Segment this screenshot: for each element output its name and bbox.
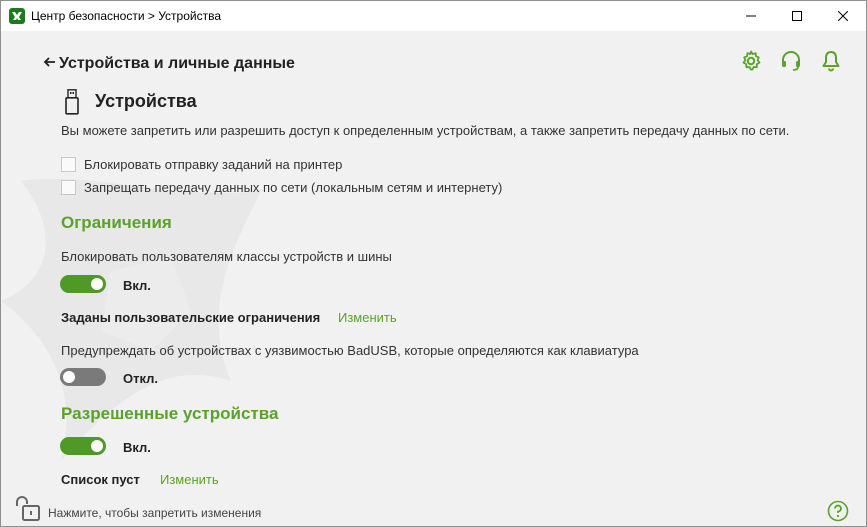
- allowed-list-label: Список пуст: [61, 472, 140, 487]
- help-icon[interactable]: [827, 500, 849, 522]
- allowed-devices-toggle[interactable]: [60, 437, 106, 455]
- restrictions-heading: Ограничения: [61, 213, 172, 232]
- close-button[interactable]: [820, 1, 866, 31]
- back-arrow-icon: [43, 57, 55, 67]
- unlocked-padlock-icon[interactable]: [13, 496, 41, 522]
- section-description: Вы можете запретить или разрешить доступ…: [61, 123, 790, 138]
- block-network-option[interactable]: Запрещать передачу данных по сети (локал…: [61, 180, 502, 195]
- badusb-label: Предупреждать об устройствах с уязвимост…: [61, 343, 639, 358]
- block-classes-toggle-label: Вкл.: [123, 278, 151, 293]
- block-printer-option[interactable]: Блокировать отправку заданий на принтер: [61, 157, 342, 172]
- custom-limits-edit-link[interactable]: Изменить: [338, 310, 397, 325]
- block-printer-label: Блокировать отправку заданий на принтер: [84, 157, 343, 172]
- allowed-devices-heading: Разрешенные устройства: [61, 404, 279, 423]
- block-printer-checkbox[interactable]: [61, 157, 76, 172]
- bell-icon[interactable]: [819, 49, 843, 73]
- toggle-knob: [91, 440, 103, 452]
- back-label: Устройства и личные данные: [59, 55, 295, 72]
- custom-limits-label: Заданы пользовательские ограничения: [61, 310, 321, 325]
- maximize-button[interactable]: [774, 1, 820, 31]
- headset-icon[interactable]: [779, 49, 803, 73]
- lock-hint-text[interactable]: Нажмите, чтобы запретить изменения: [48, 506, 261, 520]
- minimize-icon: [746, 15, 756, 17]
- maximize-icon: [792, 11, 802, 21]
- page-title: Устройства: [95, 91, 197, 111]
- minimize-button[interactable]: [728, 1, 774, 31]
- badusb-toggle[interactable]: [60, 368, 106, 386]
- title-bar: Центр безопасности > Устройства: [1, 1, 866, 31]
- block-network-label: Запрещать передачу данных по сети (локал…: [84, 180, 503, 195]
- allowed-devices-toggle-label: Вкл.: [123, 440, 151, 455]
- usb-drive-icon: [65, 89, 79, 115]
- back-button[interactable]: Устройства и личные данные: [43, 55, 295, 73]
- badusb-toggle-label: Откл.: [123, 371, 159, 386]
- toggle-knob: [91, 278, 103, 290]
- allowed-list-edit-link[interactable]: Изменить: [160, 472, 219, 487]
- close-icon: [838, 11, 848, 21]
- app-logo-icon: [9, 8, 25, 24]
- main-content: Устройства и личные данные Устройства Вы…: [1, 31, 866, 526]
- block-network-checkbox[interactable]: [61, 180, 76, 195]
- block-classes-toggle[interactable]: [60, 275, 106, 293]
- window-title: Центр безопасности > Устройства: [31, 9, 221, 23]
- gear-icon[interactable]: [739, 49, 763, 73]
- toggle-knob: [63, 371, 75, 383]
- block-classes-label: Блокировать пользователям классы устройс…: [61, 249, 392, 264]
- app-window: Центр безопасности > Устройства Устройст…: [0, 0, 867, 527]
